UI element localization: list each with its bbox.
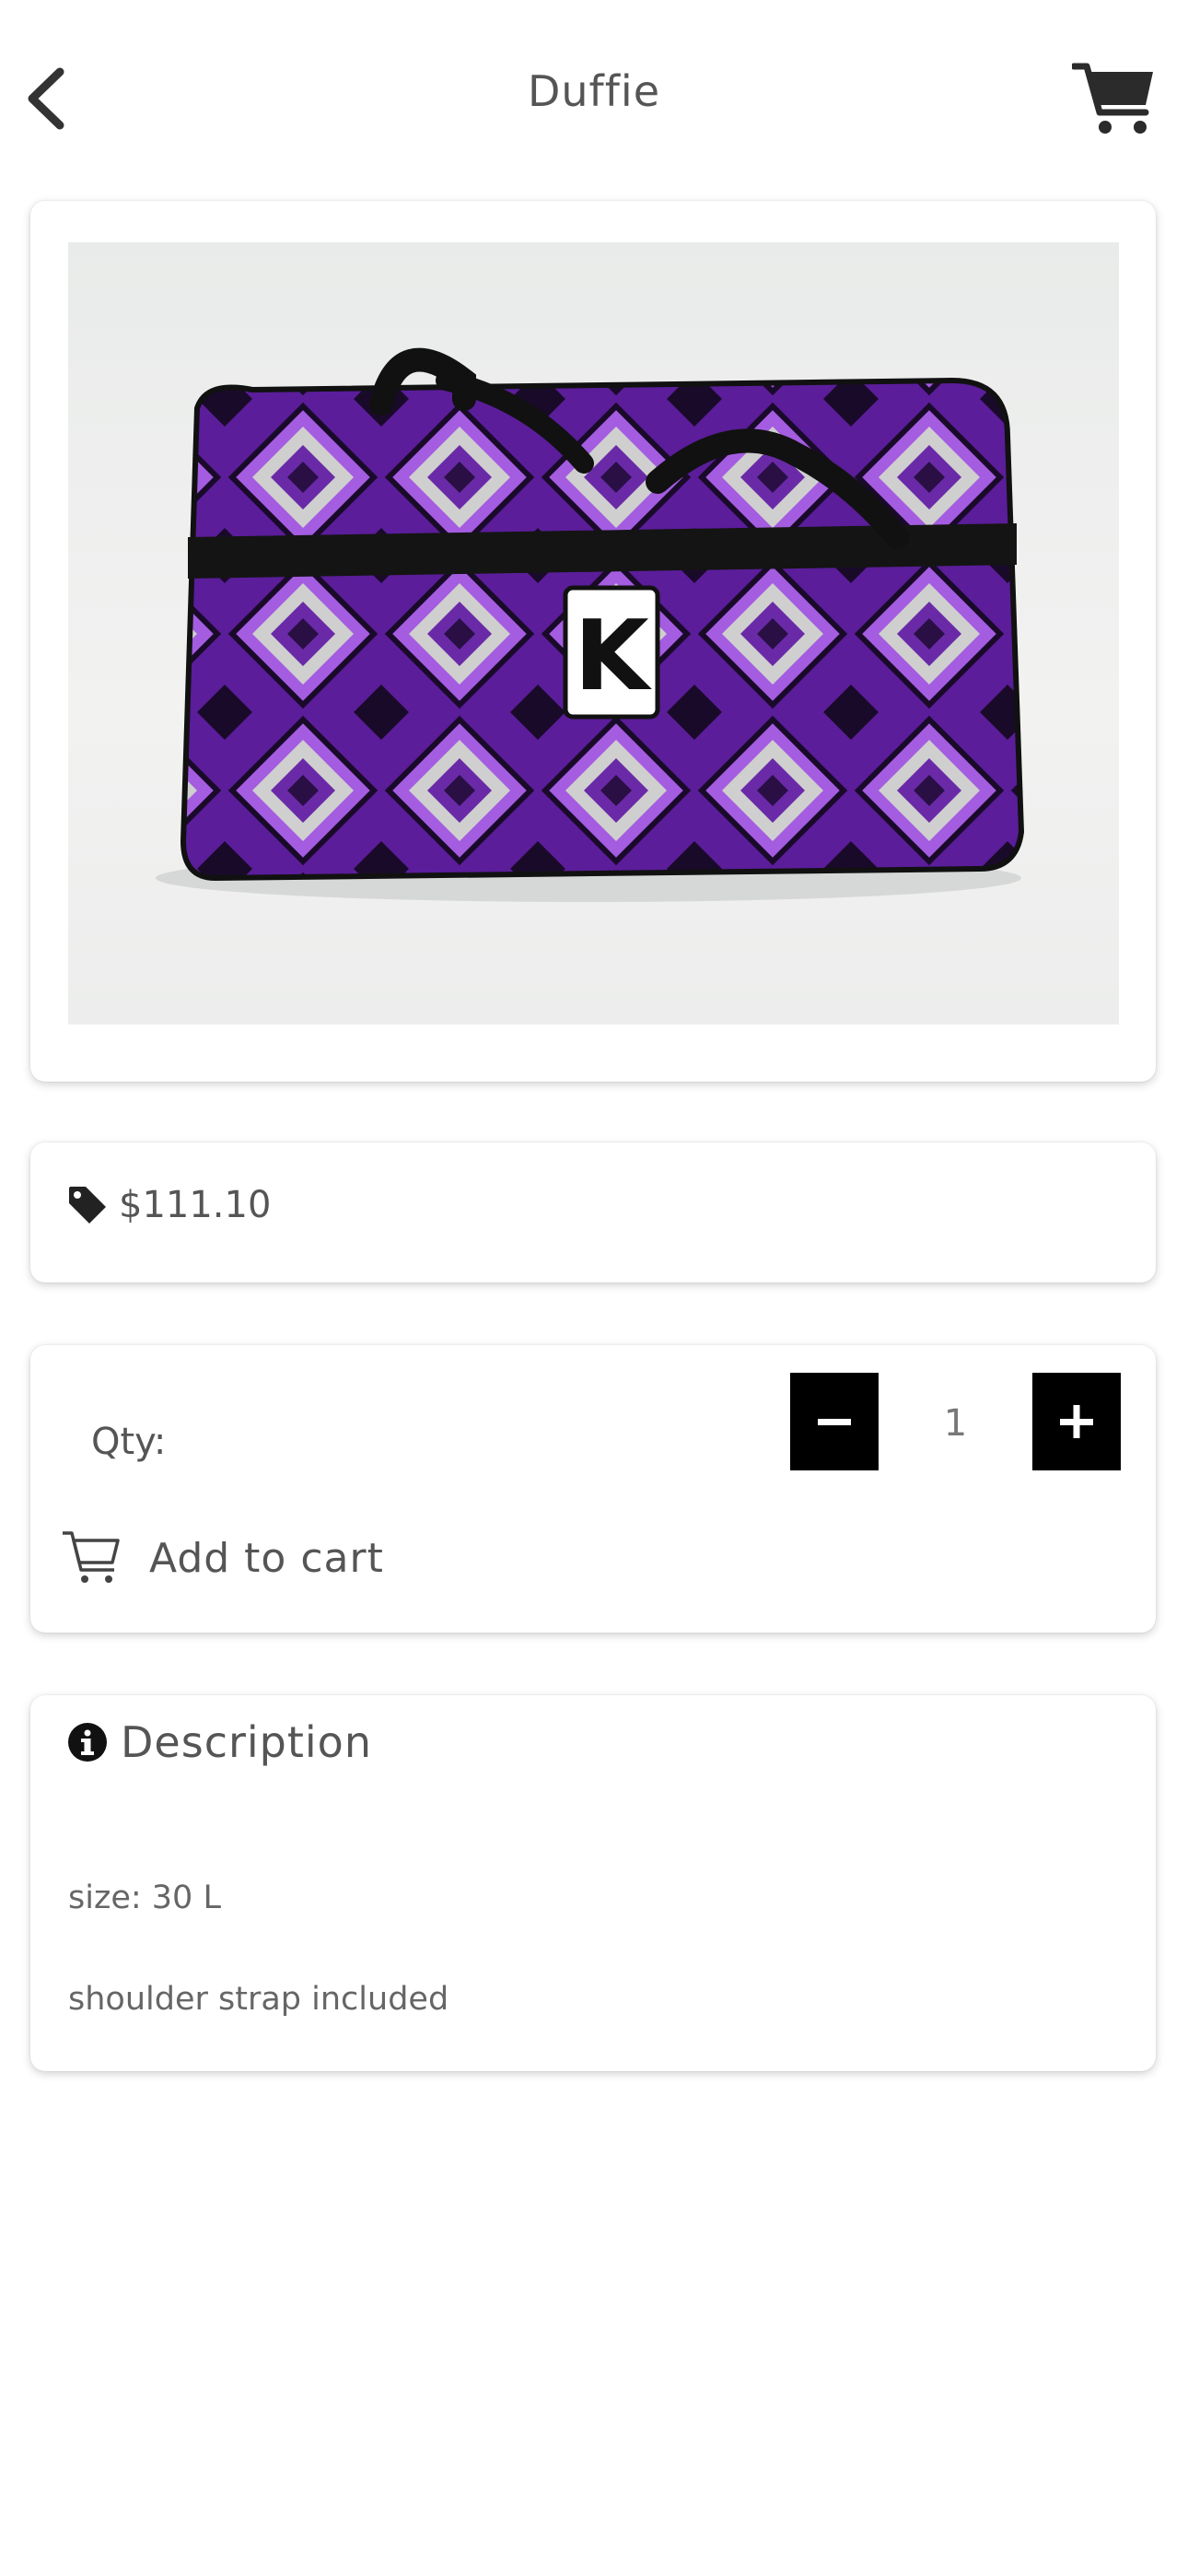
- cart-button[interactable]: [1068, 53, 1160, 146]
- top-nav-bar: Duffie: [0, 0, 1188, 198]
- page-title: Duffie: [527, 66, 661, 116]
- description-line: size: 30 L: [68, 1879, 221, 1916]
- price-value: $111.10: [119, 1184, 272, 1226]
- add-to-cart-button[interactable]: Add to cart: [61, 1528, 384, 1588]
- shopping-cart-icon: [1072, 63, 1153, 134]
- price-row: $111.10: [67, 1184, 271, 1226]
- description-line: shoulder strap included: [68, 1981, 449, 2018]
- duffel-bag-illustration: K: [156, 347, 1025, 902]
- decrement-button[interactable]: [790, 1373, 879, 1470]
- minus-icon: [818, 1419, 851, 1425]
- plus-icon: [1060, 1405, 1093, 1438]
- quantity-card: Qty: 1 Add to cart: [30, 1345, 1156, 1633]
- add-to-cart-label: Add to cart: [149, 1534, 384, 1582]
- quantity-value[interactable]: 1: [879, 1402, 1032, 1445]
- info-circle-icon: [68, 1723, 107, 1762]
- price-card: $111.10: [30, 1142, 1156, 1282]
- quantity-label: Qty:: [91, 1421, 167, 1463]
- increment-button[interactable]: [1032, 1373, 1121, 1470]
- tag-icon: [69, 1187, 106, 1224]
- logo-letter: K: [574, 600, 652, 712]
- description-title: Description: [121, 1717, 372, 1767]
- product-image-card: K: [30, 201, 1156, 1082]
- description-header: Description: [67, 1717, 372, 1767]
- product-image[interactable]: K: [68, 242, 1119, 1025]
- cart-outline-icon: [63, 1531, 120, 1583]
- description-card: Description size: 30 L shoulder strap in…: [30, 1695, 1156, 2071]
